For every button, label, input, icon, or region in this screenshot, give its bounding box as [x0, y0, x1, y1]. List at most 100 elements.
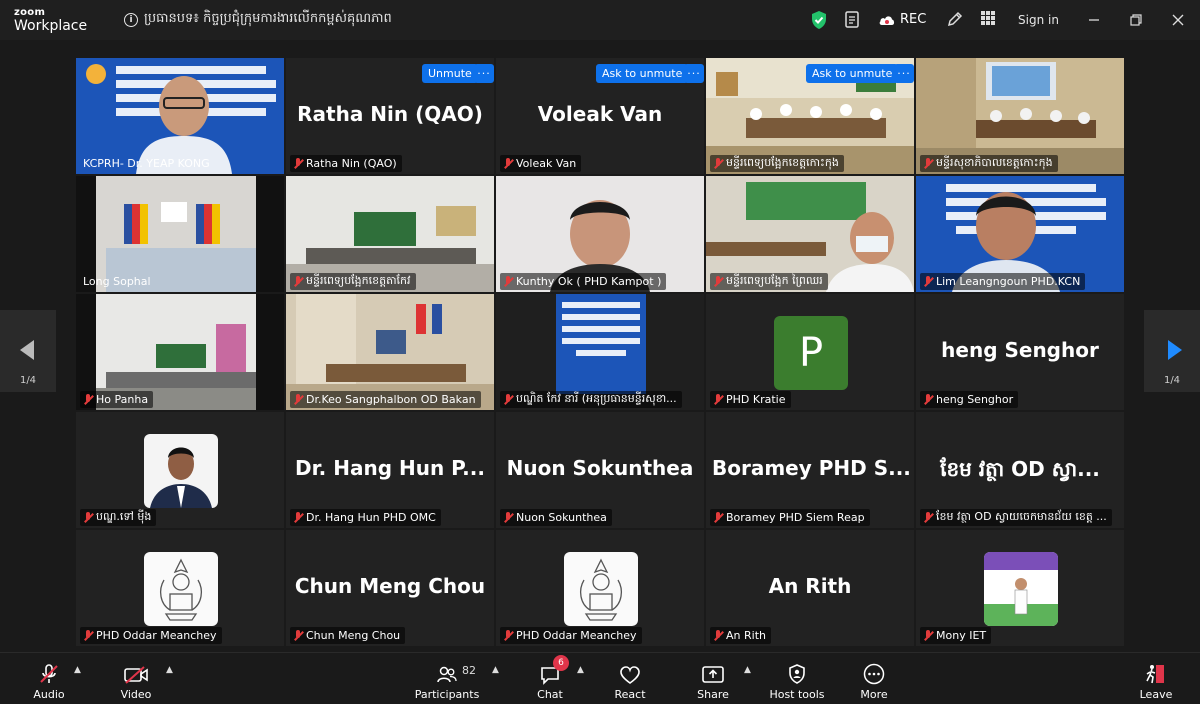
share-options-chevron-icon[interactable]: ▲ — [744, 665, 751, 675]
participant-tile[interactable]: Voleak Van Ask to unmute ··· Voleak Van — [496, 58, 704, 174]
chat-unread-badge: 6 — [553, 655, 569, 671]
chat-button[interactable]: Chat — [510, 657, 590, 703]
participant-display-name: An Rith — [768, 574, 852, 598]
participant-name-label: មន្ទីរពេទ្យបង្អែកខេត្តតាកែវ — [290, 273, 416, 290]
more-options-icon[interactable]: ··· — [894, 64, 914, 83]
participant-tile[interactable]: An Rith An Rith — [706, 530, 914, 646]
emblem-avatar — [564, 552, 638, 626]
annotate-pen-icon[interactable] — [946, 10, 964, 28]
ask-to-unmute-button[interactable]: Ask to unmute — [596, 64, 689, 83]
more-options-icon[interactable]: ··· — [684, 64, 704, 83]
participant-name-label: PHD Oddar Meanchey — [80, 627, 222, 644]
participant-tile[interactable]: Chun Meng Chou Chun Meng Chou — [286, 530, 494, 646]
encryption-shield-icon[interactable] — [810, 10, 828, 30]
participant-tile[interactable]: Ratha Nin (QAO) Unmute ··· Ratha Nin (QA… — [286, 58, 494, 174]
leave-button[interactable]: Leave — [1116, 657, 1196, 703]
participant-name: Dr. Hang Hun PHD OMC — [306, 511, 436, 524]
react-button[interactable]: React — [590, 657, 670, 703]
participant-tile[interactable]: Boramey PHD S... Boramey PHD Siem Reap — [706, 412, 914, 528]
previous-page-button[interactable]: 1/4 — [0, 310, 56, 392]
participant-tile[interactable]: Nuon Sokunthea Nuon Sokunthea — [496, 412, 704, 528]
stopped-video-icon — [124, 666, 148, 684]
participant-tile[interactable]: Mony IET — [916, 530, 1124, 646]
host-tools-label: Host tools — [769, 688, 825, 701]
heart-icon — [620, 666, 640, 684]
participant-name-label: Ratha Nin (QAO) — [290, 155, 402, 172]
participant-name: KCPRH- Dr. YEAP KONG — [83, 157, 210, 170]
muted-mic-icon — [713, 275, 723, 288]
leave-label: Leave — [1139, 688, 1173, 701]
muted-mic-icon — [503, 511, 513, 524]
participants-options-chevron-icon[interactable]: ▲ — [492, 665, 499, 675]
participant-tile[interactable]: មន្ទីរពេទ្យបង្អែក ព្រៃឈរ — [706, 176, 914, 292]
next-page-button[interactable]: 1/4 — [1144, 310, 1200, 392]
participant-tile[interactable]: Dr. Hang Hun P... Dr. Hang Hun PHD OMC — [286, 412, 494, 528]
more-options-icon[interactable]: ··· — [474, 64, 494, 83]
muted-mic-icon — [923, 157, 933, 170]
close-window-icon[interactable] — [1168, 10, 1188, 30]
muted-mic-icon — [503, 393, 513, 406]
recording-indicator[interactable]: REC — [878, 12, 926, 27]
participant-tile[interactable]: P PHD Kratie — [706, 294, 914, 410]
participant-tile[interactable]: បណ្ឌិត កែវ នារី (អនុប្រធានមន្ទីរសុខា... — [496, 294, 704, 410]
participant-name: PHD Oddar Meanchey — [96, 629, 217, 642]
participant-tile[interactable]: Kunthy Ok ( PHD Kampot ) — [496, 176, 704, 292]
muted-mic-icon — [503, 157, 513, 170]
participant-display-name: Chun Meng Chou — [294, 574, 486, 598]
participant-name-label: Voleak Van — [500, 155, 582, 172]
muted-mic-icon — [293, 275, 303, 288]
host-tools-button[interactable]: Host tools — [757, 657, 837, 703]
view-grid-icon[interactable] — [980, 10, 996, 26]
video-options-chevron-icon[interactable]: ▲ — [166, 665, 173, 675]
participant-tile[interactable]: Lim Leangngoun PHD.KCN — [916, 176, 1124, 292]
minimize-icon[interactable] — [1084, 10, 1104, 30]
page-indicator-left: 1/4 — [19, 375, 37, 386]
participant-name-label: PHD Oddar Meanchey — [500, 627, 642, 644]
participant-tile[interactable]: Dr.Keo Sangphalbon OD Bakan — [286, 294, 494, 410]
muted-mic-icon — [923, 393, 933, 406]
participant-name-label: បណ្ឌ.ទៅ មុីង — [80, 509, 157, 526]
participants-label: Participants — [414, 688, 480, 701]
audio-button[interactable]: Audio — [9, 657, 89, 703]
participant-tile[interactable]: មន្ទីរពេទ្យបង្អែកខេត្តតាកែវ — [286, 176, 494, 292]
meeting-topic[interactable]: i ប្រធានបទ៖ កិច្ចប្រជុំក្រុមការងារលើកកម្… — [124, 10, 392, 29]
participant-tile[interactable]: heng Senghor heng Senghor — [916, 294, 1124, 410]
video-button[interactable]: Video — [96, 657, 176, 703]
muted-mic-icon — [293, 511, 303, 524]
unmute-button[interactable]: Unmute — [422, 64, 478, 83]
participant-tile[interactable]: បណ្ឌ.ទៅ មុីង — [76, 412, 284, 528]
participant-name: heng Senghor — [936, 393, 1014, 406]
cloud-icon — [879, 15, 895, 25]
participant-tile[interactable]: PHD Oddar Meanchey — [76, 530, 284, 646]
restore-icon[interactable] — [1126, 10, 1146, 30]
info-icon[interactable]: i — [124, 12, 138, 27]
participant-tile[interactable]: Ho Panha — [76, 294, 284, 410]
leave-door-icon — [1146, 665, 1164, 684]
participant-name: មន្ទីរសុខាភិបាលខេត្តកោះកុង — [936, 155, 1053, 169]
muted-mic-icon — [503, 629, 513, 642]
more-label: More — [860, 688, 888, 701]
audio-options-chevron-icon[interactable]: ▲ — [74, 665, 81, 675]
participant-name: Voleak Van — [516, 157, 577, 170]
muted-mic-icon — [83, 511, 93, 524]
participant-name: Dr.Keo Sangphalbon OD Bakan — [306, 393, 476, 406]
participant-tile[interactable]: Ask to unmute ··· មន្ទីរពេទ្យបង្អែកខេត្ត… — [706, 58, 914, 174]
notes-icon[interactable] — [844, 10, 862, 30]
more-button[interactable]: More — [834, 657, 914, 703]
sign-in-link[interactable]: Sign in — [1018, 13, 1059, 27]
participant-tile[interactable]: មន្ទីរសុខាភិបាលខេត្តកោះកុង — [916, 58, 1124, 174]
rec-label: REC — [900, 12, 927, 27]
participant-tile[interactable]: Long Sophal — [76, 176, 284, 292]
participant-name-label: Chun Meng Chou — [290, 627, 406, 644]
muted-mic-icon — [503, 275, 513, 288]
ask-to-unmute-button[interactable]: Ask to unmute — [806, 64, 899, 83]
chat-label: Chat — [537, 688, 563, 701]
participant-tile[interactable]: ខែម វត្ថា OD ស្វា... ខែម វត្ថា OD ស្វាយច… — [916, 412, 1124, 528]
participant-tile[interactable]: PHD Oddar Meanchey — [496, 530, 704, 646]
share-button[interactable]: Share — [673, 657, 753, 703]
chat-options-chevron-icon[interactable]: ▲ — [577, 665, 584, 675]
participant-tile[interactable]: KCPRH- Dr. YEAP KONG — [76, 58, 284, 174]
participant-name: PHD Oddar Meanchey — [516, 629, 637, 642]
host-tools-shield-icon — [789, 664, 805, 684]
logo-bottom-text: Workplace — [14, 18, 88, 34]
